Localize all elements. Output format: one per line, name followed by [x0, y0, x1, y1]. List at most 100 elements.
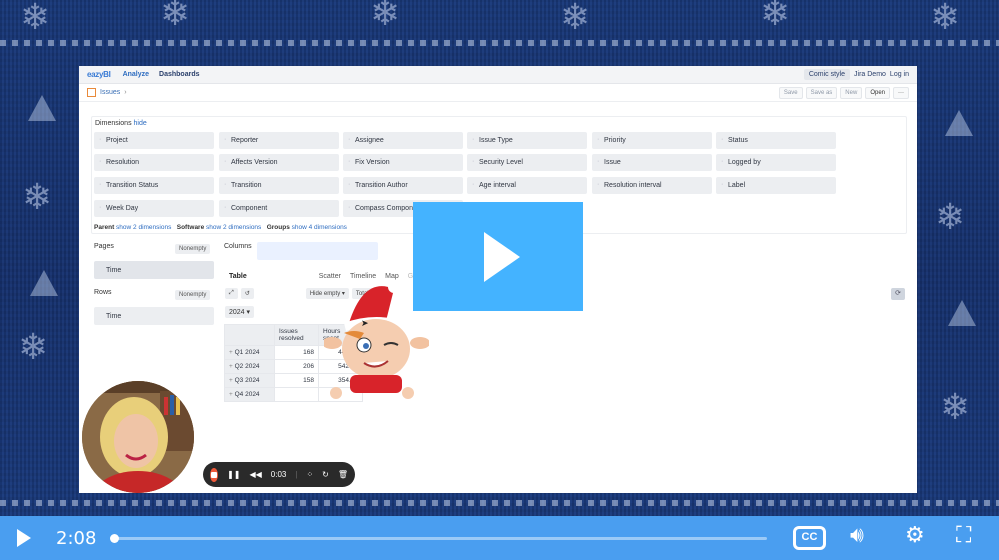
snowflake-icon: ❄ [370, 0, 401, 34]
dimension-chip[interactable]: Transition Author [343, 177, 463, 194]
presenter-webcam [82, 381, 194, 493]
rows-time-slot[interactable]: Time [94, 307, 214, 325]
pages-time-slot[interactable]: Time [94, 261, 214, 279]
jira-demo-label[interactable]: Jira Demo [854, 71, 886, 78]
video-play-overlay[interactable] [413, 202, 583, 311]
dimension-chip[interactable]: Project [94, 132, 214, 149]
rewind-icon[interactable]: ◀◀ [249, 470, 261, 479]
snowflake-icon: ❄ [760, 0, 791, 34]
dimension-chip[interactable]: Component [219, 200, 339, 217]
dimension-chip[interactable]: Logged by [716, 154, 836, 171]
dimension-chip[interactable]: Resolution [94, 154, 214, 171]
trash-icon[interactable]: 🗑 [338, 470, 348, 479]
comic-style-button[interactable]: Comic style [803, 69, 851, 80]
dimensions-label: Dimensions [95, 120, 132, 127]
row-label: Q3 2024 [234, 377, 260, 384]
parent-show-link[interactable]: show 2 dimensions [116, 224, 171, 231]
row-label: Q1 2024 [234, 349, 260, 356]
tree-icon [948, 300, 976, 326]
rows-nonempty-toggle[interactable]: Nonempty [175, 290, 211, 300]
dimension-chip[interactable]: Issue Type [467, 132, 587, 149]
play-icon [484, 231, 520, 282]
volume-icon[interactable]: 🔊︎ [850, 525, 864, 547]
col-issues-resolved[interactable]: Issues resolved [274, 324, 319, 346]
row-header[interactable]: + Q1 2024 [224, 345, 275, 360]
dimension-groups: Parent show 2 dimensions Software show 2… [94, 224, 347, 231]
dimension-chip[interactable]: Assignee [343, 132, 463, 149]
new-button[interactable]: New [840, 86, 863, 99]
row-label: Q4 2024 [234, 391, 260, 398]
fullscreen-icon[interactable]: ⛶ [956, 525, 971, 547]
webcam-image [82, 381, 194, 493]
dimension-chip[interactable]: Transition [219, 177, 339, 194]
save-button[interactable]: Save [778, 86, 803, 99]
view-tab-table[interactable]: Table [229, 273, 247, 280]
software-show-link[interactable]: show 2 dimensions [206, 224, 261, 231]
grid-icon[interactable]: ⁘ [306, 470, 313, 479]
snowflake-icon: ❄ [20, 0, 51, 38]
pause-icon[interactable]: ❚❚ [227, 470, 240, 479]
nav-analyze[interactable]: Analyze [123, 71, 149, 78]
dimension-chip[interactable]: Age interval [467, 177, 587, 194]
row-header[interactable]: + Q3 2024 [224, 373, 275, 388]
captions-button[interactable]: CC [793, 526, 826, 550]
elf-hat-pompom [388, 281, 400, 293]
player-play-button[interactable] [17, 529, 31, 547]
login-link[interactable]: Log in [890, 71, 909, 78]
dimension-chip[interactable]: Week Day [94, 200, 214, 217]
more-button[interactable]: ··· [893, 86, 909, 99]
row-header[interactable]: + Q2 2024 [224, 359, 275, 374]
dimension-chip[interactable]: Security Level [467, 154, 587, 171]
columns-label: Columns [224, 243, 252, 250]
snowflake-icon: ❄ [930, 0, 961, 38]
undo-icon[interactable]: ↺ [240, 288, 254, 299]
year-selector[interactable]: 2024 ▾ [225, 306, 255, 318]
settings-gear-icon[interactable]: ⚙ [905, 525, 925, 547]
player-time: 2:08 [56, 527, 97, 549]
cube-icon [87, 88, 96, 97]
chevron-right-icon: › [124, 89, 127, 96]
save-as-button[interactable]: Save as [805, 86, 838, 99]
cursor-icon: ➤ [361, 318, 369, 328]
elf-hand [330, 387, 342, 399]
elf-ear [324, 337, 342, 349]
refresh-icon[interactable]: ⟳ [891, 288, 905, 300]
progress-knob[interactable] [110, 534, 119, 543]
report-bar: Issues › Save Save as New Open ··· [79, 84, 917, 102]
restart-icon[interactable]: ↻ [322, 470, 329, 479]
eazybi-logo: eazyBI [87, 70, 111, 79]
tree-icon [945, 110, 973, 136]
issues-resolved-cell: 158 [274, 373, 319, 388]
pages-nonempty-toggle[interactable]: Nonempty [175, 244, 211, 254]
parent-label: Parent [94, 224, 115, 231]
nav-dashboards[interactable]: Dashboards [159, 71, 199, 78]
dimensions-hide-link[interactable]: hide [134, 120, 147, 127]
dimension-chip[interactable]: Issue [592, 154, 712, 171]
dimension-chip[interactable]: Fix Version [343, 154, 463, 171]
stop-record-button[interactable] [210, 467, 219, 482]
snowflake-icon: ❄ [935, 197, 966, 238]
dimension-chip[interactable]: Resolution interval [592, 177, 712, 194]
progress-track[interactable] [113, 537, 767, 540]
tree-icon [28, 95, 56, 121]
breadcrumb[interactable]: Issues [100, 89, 120, 96]
dimension-chip[interactable]: Reporter [219, 132, 339, 149]
recording-controls: ❚❚ ◀◀ 0:03 | ⁘ ↻ 🗑 [203, 462, 355, 487]
dimension-chip[interactable]: Label [716, 177, 836, 194]
elf-face [342, 319, 410, 379]
expand-icon[interactable]: ⤢ [225, 288, 238, 299]
dimension-chip[interactable]: Priority [592, 132, 712, 149]
row-header[interactable]: + Q4 2024 [224, 387, 275, 402]
rows-label: Rows [94, 289, 112, 296]
dimension-chip[interactable]: Transition Status [94, 177, 214, 194]
columns-drop-zone[interactable] [257, 242, 378, 260]
issues-resolved-cell [274, 387, 319, 402]
open-button[interactable]: Open [865, 86, 890, 99]
dimension-chip[interactable]: Affects Version [219, 154, 339, 171]
groups-show-link[interactable]: show 4 dimensions [292, 224, 347, 231]
snowflake-icon: ❄ [560, 0, 591, 38]
elf-hand [402, 387, 414, 399]
groups-label: Groups [266, 224, 290, 231]
dimension-chip[interactable]: Status [716, 132, 836, 149]
divider: | [295, 470, 298, 479]
